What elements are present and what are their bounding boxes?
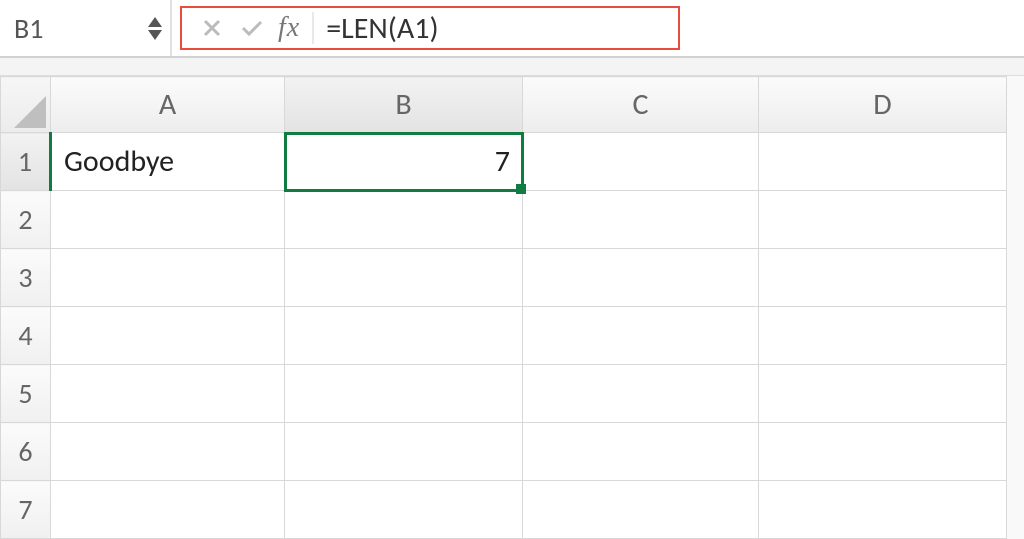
col-label: B (395, 86, 411, 123)
chevron-down-icon[interactable] (148, 30, 162, 40)
cell-C3[interactable] (523, 249, 759, 307)
cell-C2[interactable] (523, 191, 759, 249)
col-head-D[interactable]: D (759, 77, 1007, 133)
cell-B6[interactable] (285, 423, 523, 481)
cell-D6[interactable] (759, 423, 1007, 481)
row-head-2[interactable]: 2 (1, 191, 51, 249)
formula-bar: B1 fx (0, 0, 1024, 58)
cell-A6[interactable] (51, 423, 285, 481)
cell-C6[interactable] (523, 423, 759, 481)
col-label: A (159, 86, 176, 123)
row-head-4[interactable]: 4 (1, 307, 51, 365)
sheet-table: A B C D 1 Goodbye 7 2 3 (0, 76, 1007, 539)
cell-D4[interactable] (759, 307, 1007, 365)
cell-D5[interactable] (759, 365, 1007, 423)
cell-D1[interactable] (759, 133, 1007, 191)
cell-value: Goodbye (64, 143, 174, 180)
name-box-value: B1 (14, 11, 43, 46)
col-head-B[interactable]: B (285, 77, 523, 133)
row-label: 4 (18, 318, 32, 353)
cell-D2[interactable] (759, 191, 1007, 249)
col-label: C (633, 86, 649, 123)
cell-B3[interactable] (285, 249, 523, 307)
cell-D7[interactable] (759, 481, 1007, 539)
x-icon (202, 18, 222, 38)
row-head-3[interactable]: 3 (1, 249, 51, 307)
cell-A4[interactable] (51, 307, 285, 365)
formula-input[interactable] (326, 10, 676, 47)
cell-A1[interactable]: Goodbye (51, 133, 285, 191)
col-label: D (873, 86, 891, 123)
col-head-A[interactable]: A (51, 77, 285, 133)
row-label: 6 (18, 434, 32, 469)
cell-B4[interactable] (285, 307, 523, 365)
cell-B2[interactable] (285, 191, 523, 249)
header-gap (0, 58, 1024, 76)
cell-value: 7 (495, 143, 510, 180)
row-label: 5 (18, 376, 32, 411)
col-head-C[interactable]: C (523, 77, 759, 133)
row-label: 2 (18, 202, 32, 237)
select-all-corner[interactable] (1, 77, 51, 133)
name-box-spinner[interactable] (148, 17, 162, 40)
cell-D3[interactable] (759, 249, 1007, 307)
fx-label[interactable]: fx (272, 12, 312, 44)
cell-C5[interactable] (523, 365, 759, 423)
row-label: 3 (18, 260, 32, 295)
check-icon (240, 18, 264, 38)
row-label: 1 (18, 144, 32, 179)
divider (312, 12, 314, 44)
cell-C7[interactable] (523, 481, 759, 539)
spreadsheet-grid: A B C D 1 Goodbye 7 2 3 (0, 76, 1024, 539)
cell-B1[interactable]: 7 (285, 133, 523, 191)
cell-A7[interactable] (51, 481, 285, 539)
chevron-up-icon[interactable] (148, 17, 162, 27)
cell-B7[interactable] (285, 481, 523, 539)
fill-handle[interactable] (516, 184, 526, 194)
cancel-formula-button[interactable] (192, 8, 232, 48)
cell-A2[interactable] (51, 191, 285, 249)
confirm-formula-button[interactable] (232, 8, 272, 48)
row-label: 7 (18, 492, 32, 527)
cell-C4[interactable] (523, 307, 759, 365)
cell-C1[interactable] (523, 133, 759, 191)
name-box[interactable]: B1 (0, 0, 172, 56)
row-head-6[interactable]: 6 (1, 423, 51, 481)
formula-area-highlight: fx (180, 6, 680, 50)
cell-A5[interactable] (51, 365, 285, 423)
row-head-1[interactable]: 1 (1, 133, 51, 191)
row-head-7[interactable]: 7 (1, 481, 51, 539)
cell-B5[interactable] (285, 365, 523, 423)
row-head-5[interactable]: 5 (1, 365, 51, 423)
cell-A3[interactable] (51, 249, 285, 307)
